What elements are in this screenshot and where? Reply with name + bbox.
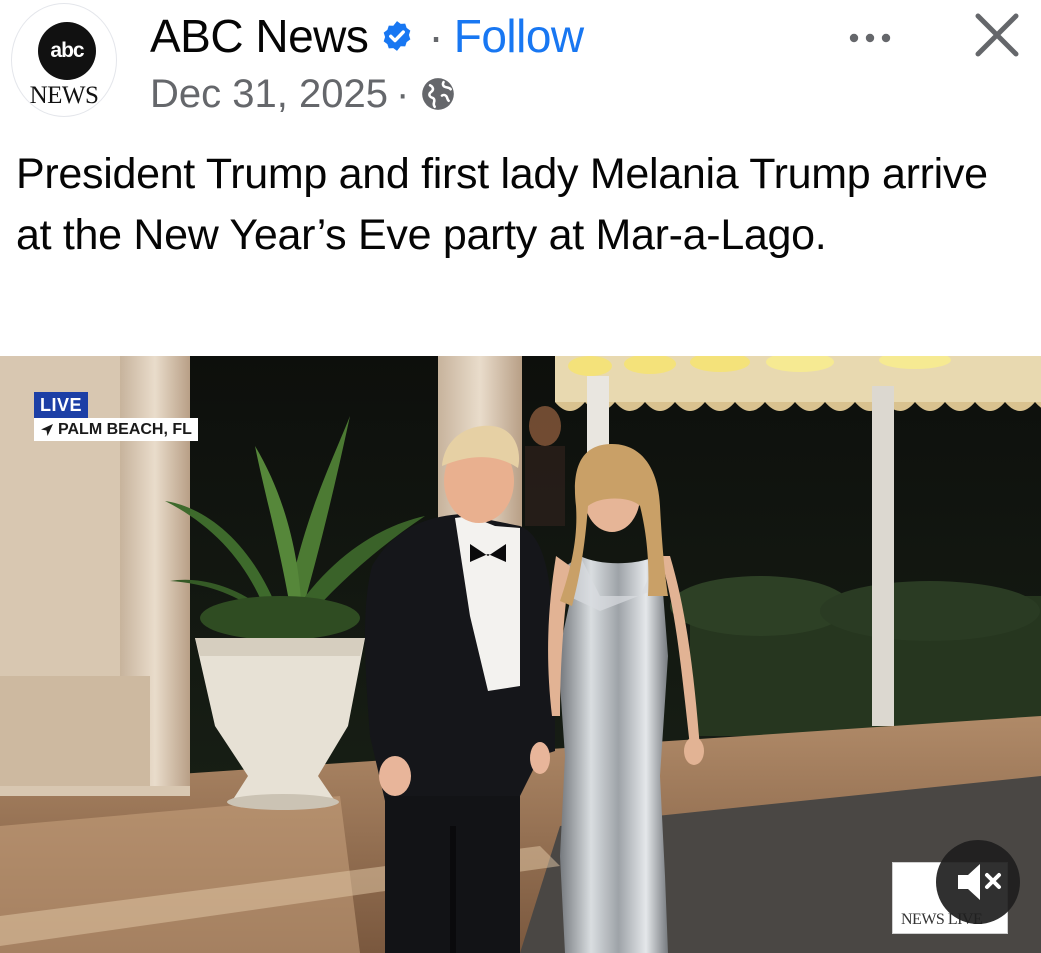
separator-dot: ·: [428, 10, 444, 62]
post-timestamp[interactable]: Dec 31, 2025: [150, 72, 388, 117]
post-video[interactable]: LIVE PALM BEACH, FL NEWS LIVE: [0, 356, 1041, 953]
post-header: abc NEWS ABC News · Follow Dec 31, 2025 …: [0, 0, 1041, 130]
more-options-icon[interactable]: [840, 14, 900, 54]
video-frame: [0, 356, 1041, 953]
globe-icon: [419, 75, 457, 113]
name-row: ABC News · Follow: [150, 8, 584, 64]
close-icon[interactable]: [970, 8, 1024, 62]
follow-button[interactable]: Follow: [454, 9, 584, 63]
post-caption: President Trump and first lady Melania T…: [16, 150, 988, 259]
post-meta: Dec 31, 2025 ·: [150, 68, 457, 120]
avatar-news-text: NEWS: [29, 82, 99, 109]
mute-toggle-button[interactable]: [936, 840, 1020, 924]
page-name-link[interactable]: ABC News: [150, 9, 369, 63]
verified-badge-icon: [380, 19, 414, 53]
location-badge: PALM BEACH, FL: [34, 418, 198, 441]
live-badge: LIVE: [34, 392, 89, 418]
page-avatar[interactable]: abc NEWS: [12, 4, 116, 116]
meta-separator-dot: ·: [395, 71, 410, 116]
location-label: PALM BEACH, FL: [58, 421, 192, 438]
location-arrow-icon: [41, 424, 53, 436]
speaker-muted-icon: [958, 864, 1001, 900]
abc-logo: abc: [38, 22, 96, 80]
